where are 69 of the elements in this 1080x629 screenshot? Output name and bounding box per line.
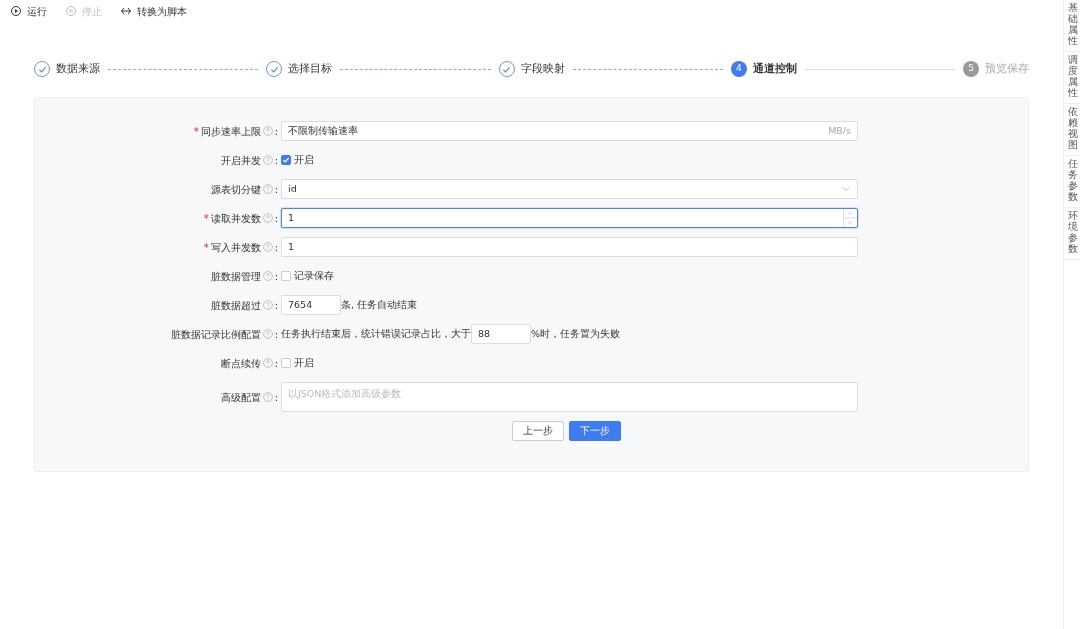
checkbox[interactable]	[281, 271, 291, 281]
colon: :	[274, 269, 278, 284]
required-mark: *	[203, 211, 209, 226]
help-icon[interactable]	[262, 358, 273, 368]
field-label: 开启并发	[220, 153, 261, 168]
field-label: 源表切分键	[210, 182, 261, 197]
help-icon[interactable]	[262, 329, 273, 339]
step-label: 字段映射	[520, 61, 565, 77]
colon: :	[274, 327, 278, 342]
field-text: 任务执行结束后，统计错误记录占比，大于	[281, 326, 471, 341]
checkbox-label: 开启	[293, 355, 314, 370]
field-label: 断点续传	[220, 356, 261, 371]
side-tab[interactable]: 环境参数	[1064, 208, 1080, 260]
field-label: 高级配置	[220, 390, 261, 405]
side-tab[interactable]: 基础属性	[1064, 0, 1080, 52]
help-icon[interactable]	[262, 184, 273, 194]
text-field[interactable]: 不限制传输速率 MB/s	[281, 121, 858, 141]
text-field[interactable]: 88	[471, 324, 531, 344]
colon: :	[274, 356, 278, 371]
help-icon[interactable]	[262, 155, 273, 165]
step-label: 预览保存	[985, 61, 1029, 77]
field-label: 脏数据超过	[210, 298, 261, 313]
colon: :	[274, 182, 278, 197]
help-icon[interactable]	[262, 242, 273, 252]
colon: :	[274, 153, 278, 168]
colon: :	[274, 211, 278, 226]
step-label: 数据来源	[56, 61, 100, 77]
colon: :	[274, 298, 278, 313]
step-number: 4	[730, 61, 747, 77]
checkbox-label: 记录保存	[293, 268, 334, 283]
field-label: 写入并发数	[210, 240, 261, 255]
help-icon[interactable]	[262, 300, 273, 310]
field-text: 条, 任务自动结束	[341, 297, 418, 312]
toolbar-button[interactable]: 运行	[10, 3, 47, 19]
field-text: %时，任务置为失败	[531, 326, 621, 341]
select-field[interactable]: id	[281, 179, 858, 199]
side-tab[interactable]: 依赖视图	[1064, 104, 1080, 156]
help-icon[interactable]	[262, 392, 273, 402]
text-field[interactable]: 7654	[281, 295, 341, 315]
colon: :	[274, 124, 278, 139]
step-label: 选择目标	[288, 61, 333, 77]
required-mark: *	[203, 240, 209, 255]
checkbox[interactable]	[281, 358, 291, 368]
side-tab[interactable]: 任务参数	[1064, 156, 1080, 208]
stop-icon	[65, 5, 77, 17]
next-button[interactable]: 下一步	[569, 421, 621, 441]
code-icon	[120, 5, 132, 17]
number-field[interactable]: 1	[281, 237, 858, 257]
step-label: 通道控制	[752, 61, 797, 77]
play-icon	[10, 5, 22, 17]
field-label: 同步速率上限	[200, 124, 261, 139]
help-icon[interactable]	[262, 126, 273, 136]
checkbox-label: 开启	[293, 152, 314, 167]
number-field[interactable]: 1	[281, 208, 858, 228]
colon: :	[274, 390, 278, 405]
toolbar-button[interactable]: 转换为脚本	[120, 3, 187, 19]
colon: :	[274, 240, 278, 255]
checkbox[interactable]	[281, 155, 291, 165]
back-button[interactable]: 上一步	[512, 421, 564, 441]
field-label: 读取并发数	[210, 211, 261, 226]
help-icon[interactable]	[262, 213, 273, 223]
step-number: 5	[963, 61, 979, 77]
field-label: 脏数据记录比例配置	[170, 327, 261, 342]
chevron-down-icon	[841, 184, 851, 194]
required-mark: *	[193, 124, 199, 139]
side-tab[interactable]: 调度属性	[1064, 52, 1080, 104]
field-label: 脏数据管理	[210, 269, 261, 284]
stepper-icon[interactable]	[843, 209, 857, 227]
help-icon[interactable]	[262, 271, 273, 281]
